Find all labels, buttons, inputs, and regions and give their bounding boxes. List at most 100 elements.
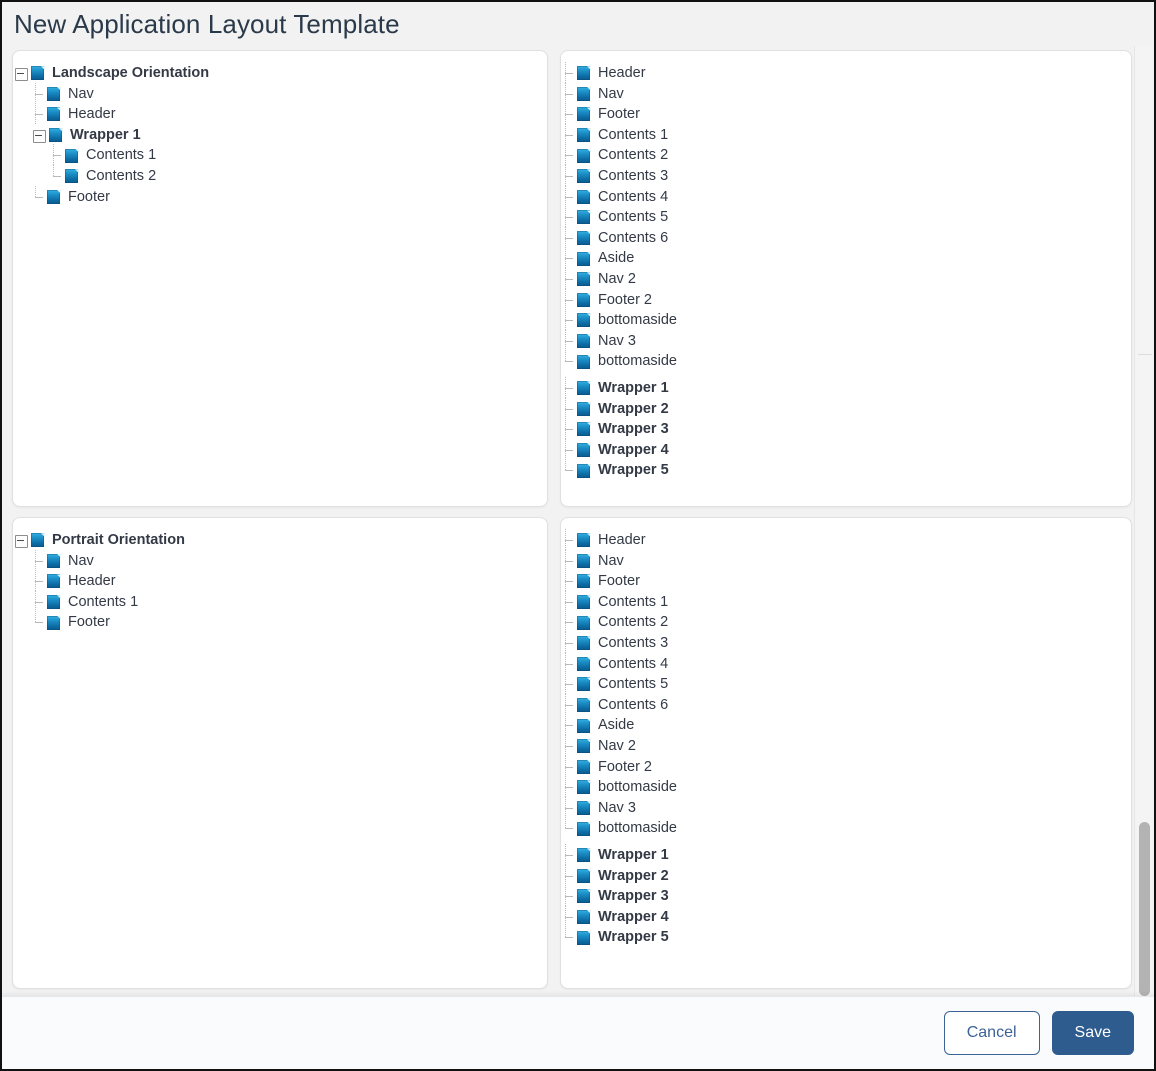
tree-node-label: Contents 3	[598, 633, 668, 654]
tree-node[interactable]: Nav	[561, 84, 1131, 105]
tree-node[interactable]: Contents 5	[561, 207, 1131, 228]
tree-node-label: Contents 2	[86, 166, 156, 187]
tree-node[interactable]: bottomaside	[561, 310, 1131, 331]
tree-node[interactable]: Footer	[561, 104, 1131, 125]
tree-node[interactable]: Nav 3	[561, 798, 1131, 819]
landscape-palette-card: HeaderNavFooterContents 1Contents 2Conte…	[560, 50, 1132, 507]
cancel-button[interactable]: Cancel	[944, 1011, 1040, 1055]
file-page-icon	[577, 847, 591, 863]
tree-node[interactable]: Contents 1	[561, 125, 1131, 146]
tree-node[interactable]: Contents 4	[561, 187, 1131, 208]
tree-node[interactable]: Contents 2	[13, 166, 547, 187]
tree-node[interactable]: Wrapper 1	[561, 845, 1131, 866]
portrait-component-palette[interactable]: HeaderNavFooterContents 1Contents 2Conte…	[561, 518, 1131, 948]
tree-node[interactable]: bottomaside	[561, 818, 1131, 839]
tree-node[interactable]: Contents 6	[561, 228, 1131, 249]
tree-node[interactable]: Header	[13, 571, 547, 592]
file-page-icon	[577, 106, 591, 122]
tree-node[interactable]: Landscape Orientation	[13, 63, 547, 84]
tree-node[interactable]: Nav 3	[561, 331, 1131, 352]
file-page-icon	[577, 401, 591, 417]
dialog-vertical-scrollbar[interactable]	[1134, 46, 1152, 1000]
file-page-icon	[577, 127, 591, 143]
tree-node[interactable]: Wrapper 5	[561, 927, 1131, 948]
tree-node-label: bottomaside	[598, 351, 677, 372]
tree-node-label: Nav 2	[598, 269, 636, 290]
landscape-component-palette[interactable]: HeaderNavFooterContents 1Contents 2Conte…	[561, 51, 1131, 481]
tree-node[interactable]: Contents 1	[13, 145, 547, 166]
tree-node[interactable]: Wrapper 1	[561, 378, 1131, 399]
tree-node[interactable]: Wrapper 3	[561, 886, 1131, 907]
landscape-orientation-tree[interactable]: Landscape OrientationNavHeaderWrapper 1C…	[13, 51, 547, 207]
tree-node[interactable]: Footer 2	[561, 290, 1131, 311]
tree-node[interactable]: Header	[13, 104, 547, 125]
landscape-tree-card: Landscape OrientationNavHeaderWrapper 1C…	[12, 50, 548, 507]
file-page-icon	[577, 821, 591, 837]
tree-node[interactable]: Contents 1	[13, 592, 547, 613]
tree-node-label: Contents 2	[598, 612, 668, 633]
tree-node[interactable]: Wrapper 2	[561, 866, 1131, 887]
tree-node[interactable]: Aside	[561, 248, 1131, 269]
tree-node[interactable]: bottomaside	[561, 351, 1131, 372]
tree-node-label: Nav	[598, 551, 624, 572]
tree-indent	[13, 104, 31, 124]
tree-connector-icon	[561, 592, 577, 613]
tree-node[interactable]: Wrapper 4	[561, 440, 1131, 461]
scrollbar-thumb[interactable]	[1139, 822, 1150, 996]
tree-node[interactable]: Contents 4	[561, 654, 1131, 675]
tree-connector-icon	[561, 378, 577, 399]
tree-node[interactable]: Footer	[13, 187, 547, 208]
file-page-icon	[65, 148, 79, 164]
tree-node-label: Nav 3	[598, 798, 636, 819]
tree-node[interactable]: Contents 1	[561, 592, 1131, 613]
tree-node-label: Nav	[68, 84, 94, 105]
tree-connector-icon	[561, 460, 577, 481]
tree-node[interactable]: Aside	[561, 715, 1131, 736]
tree-node[interactable]: Contents 6	[561, 695, 1131, 716]
tree-node-label: Landscape Orientation	[52, 63, 209, 84]
tree-node[interactable]: bottomaside	[561, 777, 1131, 798]
tree-node[interactable]: Nav	[561, 551, 1131, 572]
tree-node[interactable]: Wrapper 2	[561, 399, 1131, 420]
file-page-icon	[577, 148, 591, 164]
tree-node[interactable]: Footer	[13, 612, 547, 633]
tree-connector-icon	[31, 551, 47, 572]
tree-node[interactable]: Wrapper 1	[13, 125, 547, 146]
tree-node[interactable]: Wrapper 5	[561, 460, 1131, 481]
tree-node[interactable]: Contents 3	[561, 166, 1131, 187]
tree-node[interactable]: Wrapper 4	[561, 907, 1131, 928]
file-page-icon	[577, 292, 591, 308]
tree-node[interactable]: Header	[561, 63, 1131, 84]
tree-node[interactable]: Contents 2	[561, 145, 1131, 166]
tree-node[interactable]: Nav 2	[561, 736, 1131, 757]
file-page-icon	[47, 86, 61, 102]
tree-node[interactable]: Contents 5	[561, 674, 1131, 695]
tree-node[interactable]: Nav	[13, 84, 547, 105]
tree-node-label: Aside	[598, 715, 634, 736]
collapse-toggle-icon[interactable]	[13, 533, 28, 548]
tree-indent	[13, 592, 31, 612]
portrait-orientation-tree[interactable]: Portrait OrientationNavHeaderContents 1F…	[13, 518, 547, 633]
tree-node[interactable]: Footer	[561, 571, 1131, 592]
file-page-icon	[577, 594, 591, 610]
file-page-icon	[577, 738, 591, 754]
collapse-toggle-icon[interactable]	[31, 128, 46, 143]
tree-node-label: Contents 1	[68, 592, 138, 613]
collapse-toggle-icon[interactable]	[13, 66, 28, 81]
save-button[interactable]: Save	[1052, 1011, 1134, 1055]
tree-connector-icon	[561, 125, 577, 146]
tree-node[interactable]: Nav 2	[561, 269, 1131, 290]
tree-node[interactable]: Footer 2	[561, 757, 1131, 778]
tree-node[interactable]: Nav	[13, 551, 547, 572]
portrait-palette-card: HeaderNavFooterContents 1Contents 2Conte…	[560, 517, 1132, 989]
tree-connector-icon	[561, 886, 577, 907]
tree-node[interactable]: Header	[561, 530, 1131, 551]
tree-connector-icon	[561, 269, 577, 290]
tree-node[interactable]: Portrait Orientation	[13, 530, 547, 551]
tree-node[interactable]: Wrapper 3	[561, 419, 1131, 440]
tree-connector-icon	[561, 187, 577, 208]
tree-node-label: Wrapper 5	[598, 460, 669, 481]
tree-node[interactable]: Contents 3	[561, 633, 1131, 654]
file-page-icon	[577, 868, 591, 884]
tree-node[interactable]: Contents 2	[561, 612, 1131, 633]
